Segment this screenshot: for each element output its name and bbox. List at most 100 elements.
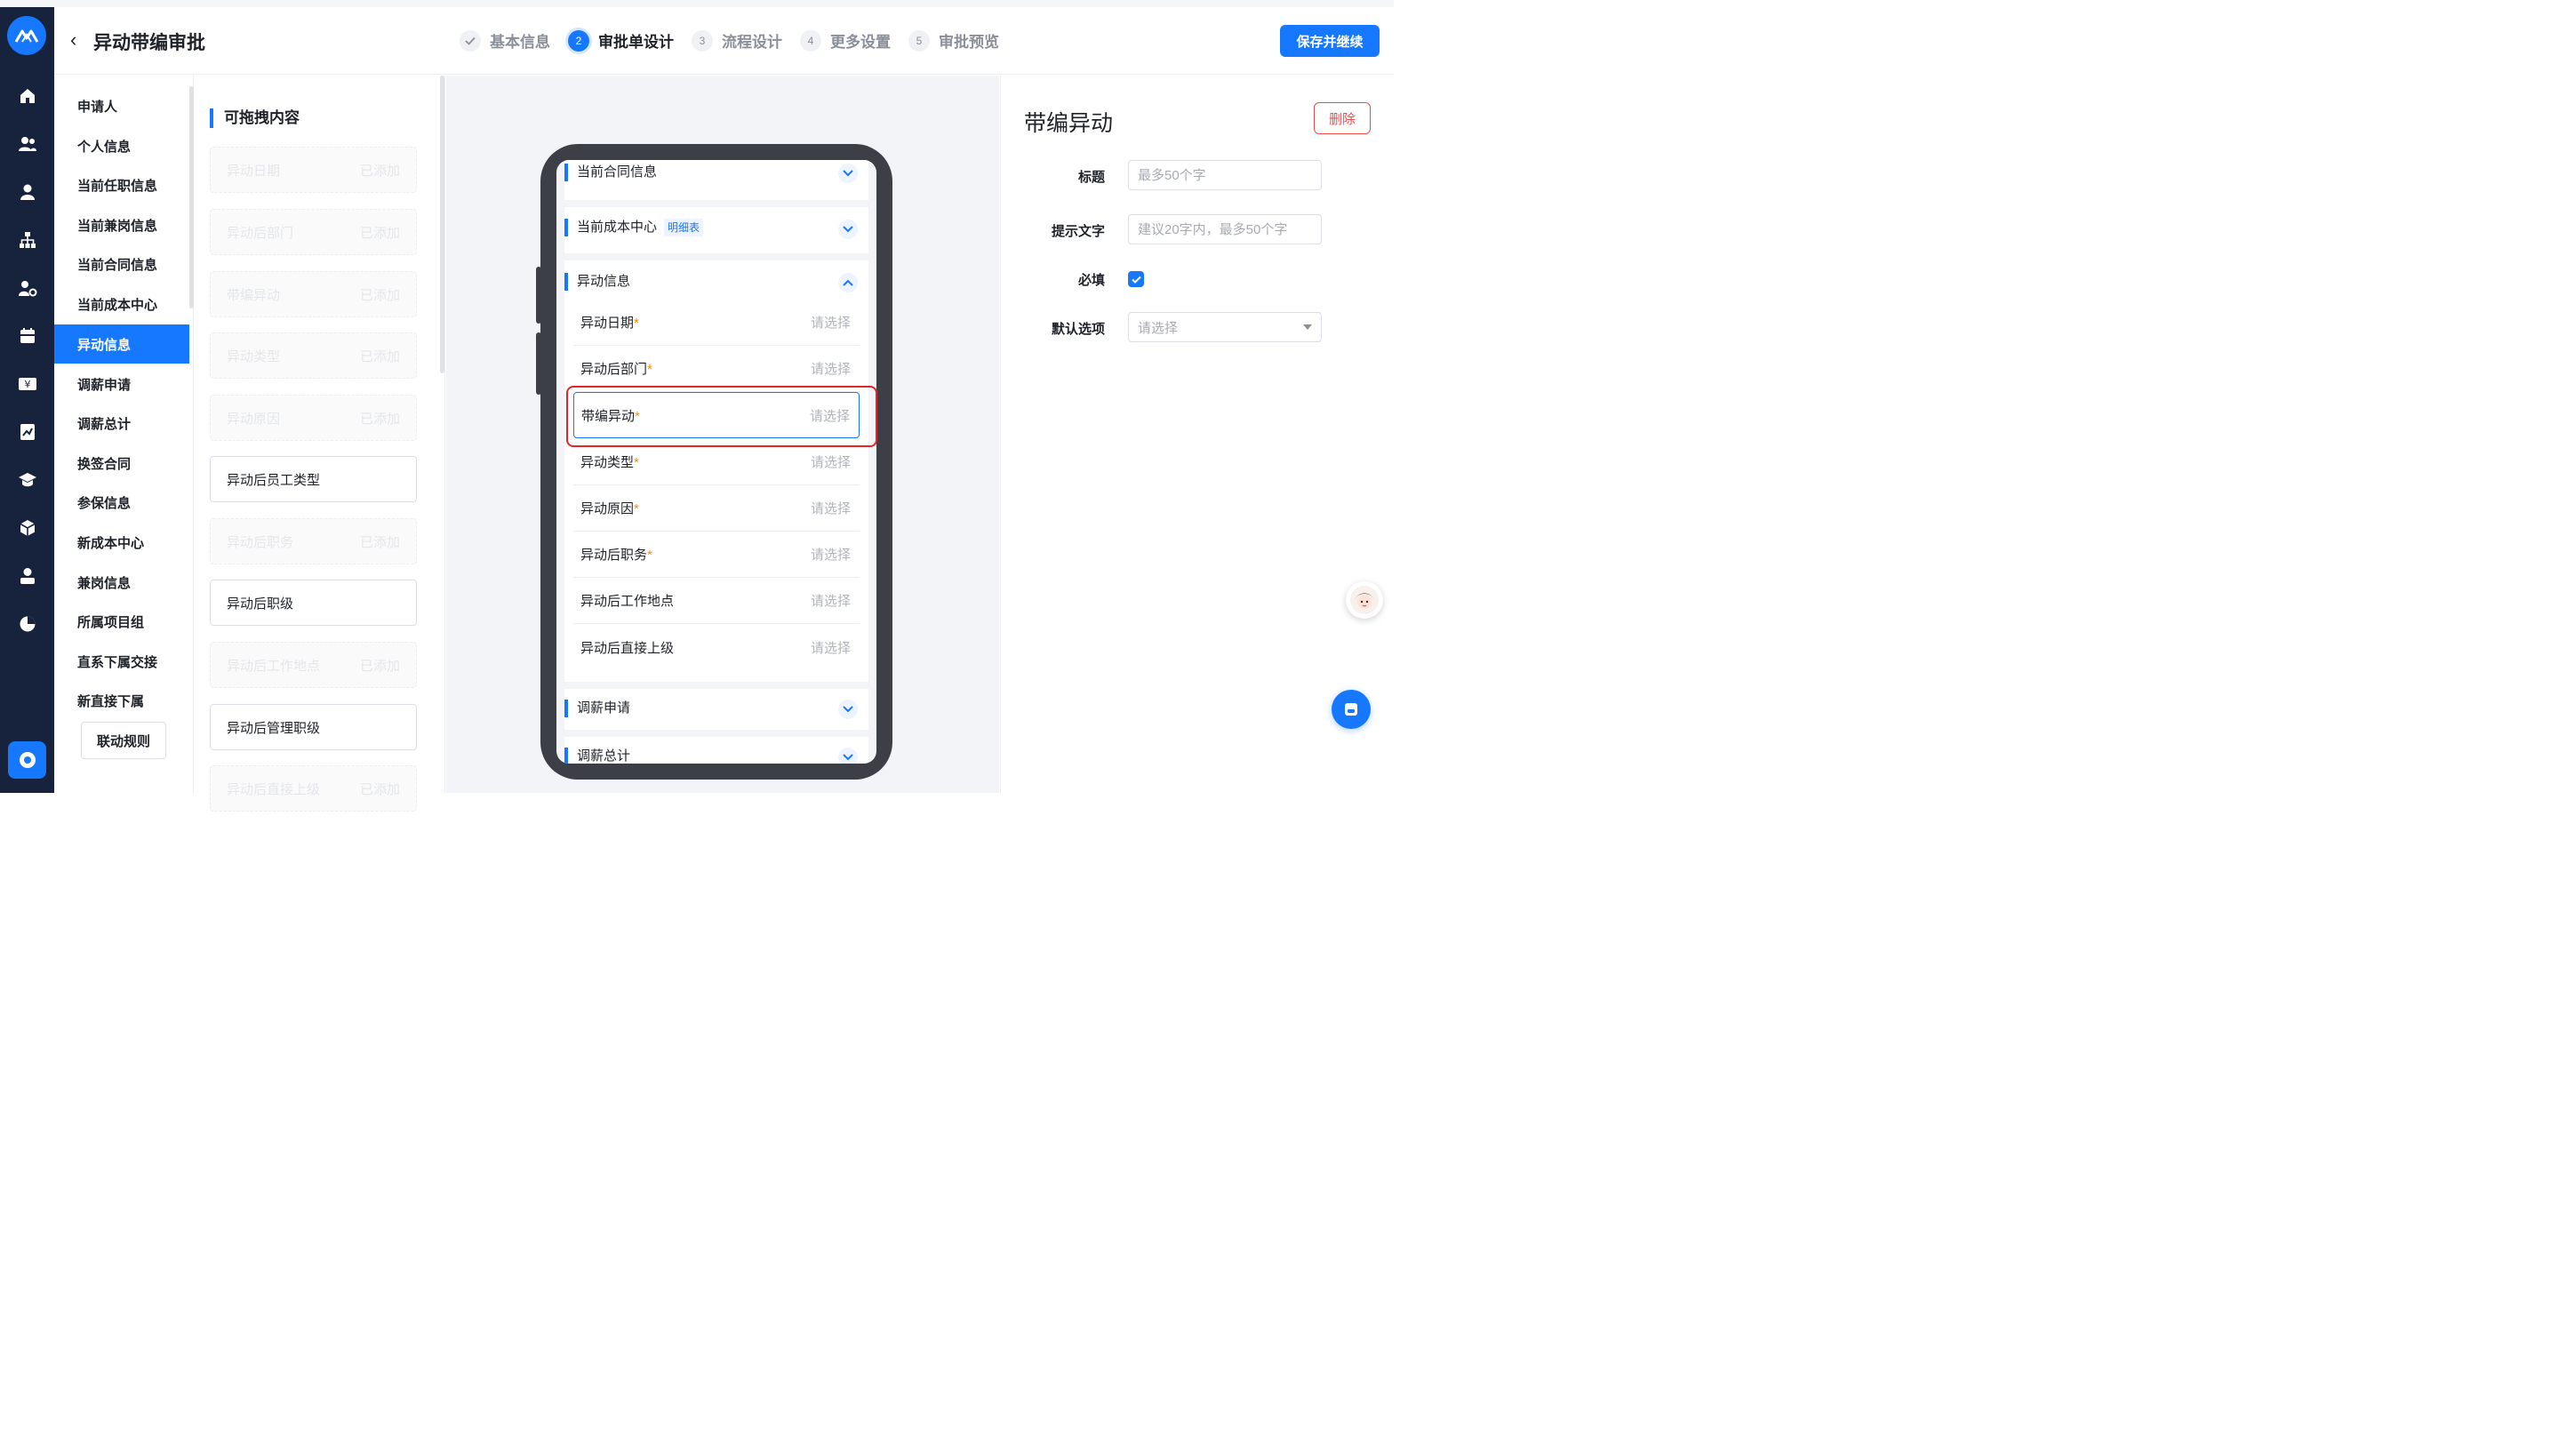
group-icon[interactable] <box>0 126 54 162</box>
scrollbar[interactable] <box>440 76 444 373</box>
section-title: 异动信息 <box>564 273 630 291</box>
field-placeholder: 请选择 <box>810 362 851 377</box>
drag-card[interactable]: 异动后管理职级 <box>210 704 417 750</box>
training-icon[interactable] <box>0 462 54 498</box>
drag-card-added: 异动后职务 已添加 <box>210 518 417 564</box>
group-item[interactable]: 申请人 <box>54 86 189 125</box>
drag-card-added: 异动后直接上级 已添加 <box>210 765 417 812</box>
report-icon[interactable] <box>0 414 54 450</box>
group-item[interactable]: 直系下属交接 <box>54 642 189 681</box>
page-title: 异动带编审批 <box>93 33 205 53</box>
group-item[interactable]: 参保信息 <box>54 483 189 522</box>
chevron-down-icon[interactable] <box>838 748 858 764</box>
field-placeholder: 请选择 <box>810 594 851 609</box>
group-item[interactable]: 换签合同 <box>54 444 189 483</box>
chevron-down-icon[interactable] <box>838 220 858 239</box>
person-icon[interactable] <box>0 558 54 594</box>
phone-side-button <box>536 267 541 324</box>
chevron-up-icon[interactable] <box>838 273 858 292</box>
selection-highlight <box>566 386 877 447</box>
drag-card-added: 带编异动 已添加 <box>210 271 417 317</box>
section-salary-adjust[interactable]: 调薪申请 <box>564 689 868 730</box>
nav-rail: ¥ <box>0 7 54 793</box>
scrollbar[interactable] <box>189 86 194 308</box>
assistant-avatar-icon[interactable] <box>1346 581 1383 619</box>
required-checkbox[interactable] <box>1128 271 1144 287</box>
step-more-settings[interactable]: 4 更多设置 <box>800 29 891 52</box>
back-chevron-icon[interactable]: ‹ <box>70 28 76 52</box>
section-salary-total[interactable]: 调薪总计 <box>564 737 868 764</box>
step-basic-info[interactable]: 基本信息 <box>460 29 550 52</box>
drag-card-added: 异动原因 已添加 <box>210 395 417 441</box>
group-item[interactable]: 当前任职信息 <box>54 165 189 204</box>
form-field-row[interactable]: 异动后工作地点 请选择 <box>573 578 860 624</box>
group-item[interactable]: 兼岗信息 <box>54 563 189 602</box>
form-field-row[interactable]: 异动日期* 请选择 <box>573 300 860 346</box>
field-placeholder: 请选择 <box>810 548 851 563</box>
step-form-design[interactable]: 2 审批单设计 <box>568 29 674 52</box>
group-item[interactable]: 个人信息 <box>54 126 189 165</box>
group-item[interactable]: 调薪申请 <box>54 364 189 404</box>
chevron-down-icon[interactable] <box>838 164 858 183</box>
field-properties-panel: 带编异动 删除 标题 提示文字 必填 默认选项 请选择 <box>1000 76 1394 793</box>
field-label: 异动后职务* <box>580 548 652 563</box>
properties-title: 带编异动 <box>1024 111 1114 136</box>
step-label: 审批单设计 <box>598 34 674 51</box>
chat-icon[interactable] <box>1332 690 1371 729</box>
field-label: 异动原因* <box>580 501 639 516</box>
card-label: 异动后工作地点 <box>227 658 321 674</box>
group-item[interactable]: 新直接下属 <box>54 681 189 720</box>
save-continue-button[interactable]: 保存并继续 <box>1280 25 1380 57</box>
step-preview[interactable]: 5 审批预览 <box>908 29 999 52</box>
field-label: 异动类型* <box>580 455 639 470</box>
calendar-icon[interactable] <box>0 318 54 354</box>
form-field-row[interactable]: 异动后职务* 请选择 <box>573 532 860 578</box>
check-icon <box>460 29 481 52</box>
step-label: 审批预览 <box>939 34 999 51</box>
group-item-active[interactable]: 异动信息 <box>54 324 189 364</box>
required-label: 必填 <box>1077 273 1105 288</box>
drag-card[interactable]: 异动后员工类型 <box>210 456 417 502</box>
step-number: 2 <box>568 29 589 52</box>
panel-title: 可拖拽内容 <box>210 108 300 128</box>
cube-icon[interactable] <box>0 510 54 546</box>
group-item[interactable]: 当前成本中心 <box>54 284 189 324</box>
home-icon[interactable] <box>0 78 54 114</box>
hint-input[interactable] <box>1128 214 1322 244</box>
settings-toggle-icon[interactable] <box>8 741 46 779</box>
linkage-rule-button[interactable]: 联动规则 <box>81 722 166 759</box>
group-item[interactable]: 当前兼岗信息 <box>54 205 189 244</box>
added-label: 已添加 <box>359 781 400 797</box>
select-placeholder: 请选择 <box>1138 320 1179 336</box>
default-option-select[interactable]: 请选择 <box>1128 312 1322 342</box>
delete-button[interactable]: 删除 <box>1314 102 1371 134</box>
step-flow-design[interactable]: 3 流程设计 <box>692 29 782 52</box>
user-icon[interactable] <box>0 174 54 210</box>
drag-card[interactable]: 异动后职级 <box>210 580 417 626</box>
drag-card-added: 异动后工作地点 已添加 <box>210 642 417 688</box>
required-mark: * <box>647 362 652 377</box>
user-settings-icon[interactable] <box>0 270 54 306</box>
field-placeholder: 请选择 <box>810 501 851 516</box>
salary-icon[interactable]: ¥ <box>0 366 54 402</box>
group-item[interactable]: 所属项目组 <box>54 602 189 641</box>
phone-side-button <box>536 332 541 395</box>
section-title: 当前成本中心 明细表 <box>564 219 704 236</box>
group-item[interactable]: 当前合同信息 <box>54 244 189 284</box>
card-label: 异动后管理职级 <box>227 720 321 736</box>
group-item[interactable]: 调薪总计 <box>54 404 189 443</box>
form-field-row[interactable]: 异动原因* 请选择 <box>573 485 860 532</box>
form-field-row[interactable]: 异动后直接上级 请选择 <box>573 624 860 670</box>
chevron-down-icon[interactable] <box>838 700 858 719</box>
title-input[interactable] <box>1128 160 1322 190</box>
app-logo-icon[interactable] <box>7 16 46 55</box>
org-chart-icon[interactable] <box>0 222 54 258</box>
group-item[interactable]: 新成本中心 <box>54 523 189 562</box>
hint-label: 提示文字 <box>1051 224 1105 239</box>
top-bar-strip <box>0 0 1394 7</box>
section-contract[interactable]: 当前合同信息 <box>564 160 868 200</box>
phone-frame: 当前合同信息 当前成本中心 明细表 异动信息 异动日期* 请选择 异动后部门* … <box>536 144 892 780</box>
drag-card-added: 异动日期 已添加 <box>210 147 417 193</box>
section-cost-center[interactable]: 当前成本中心 明细表 <box>564 207 868 253</box>
pie-chart-icon[interactable] <box>0 606 54 642</box>
